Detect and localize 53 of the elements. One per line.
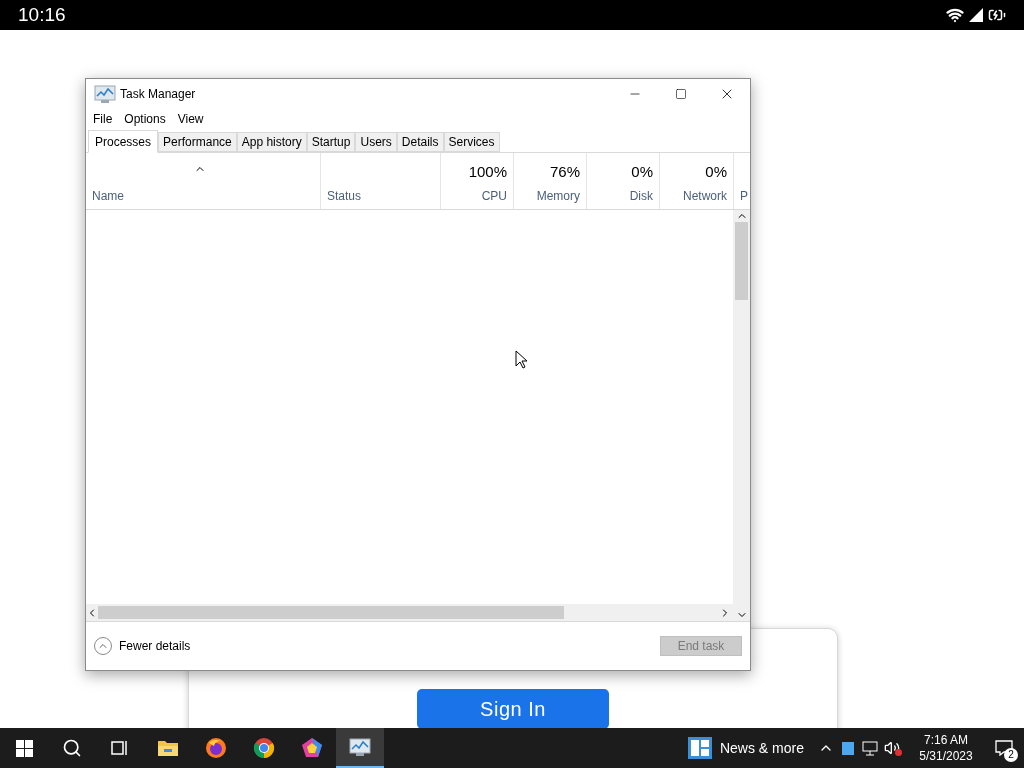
menu-item[interactable]: View <box>177 110 204 128</box>
scrollbar-thumb[interactable] <box>98 606 564 619</box>
maximize-icon <box>675 88 687 100</box>
task-view-icon <box>110 739 130 757</box>
tab[interactable]: Startup <box>306 132 356 152</box>
mouse-pointer-icon <box>515 350 527 369</box>
search-icon <box>62 738 82 758</box>
column-header[interactable]: CPU <box>481 187 507 205</box>
notification-count: 2 <box>1004 748 1018 762</box>
menu-item[interactable]: File <box>93 110 113 128</box>
globe-fox-icon <box>205 737 227 759</box>
window-title: Task Manager <box>120 86 196 103</box>
pentagon-icon <box>301 737 323 759</box>
tab[interactable]: Performance <box>158 132 237 152</box>
tab[interactable]: App history <box>236 132 307 152</box>
usage-value: 0% <box>631 161 653 182</box>
taskbar-date[interactable]: 5/31/2023 <box>919 748 973 764</box>
usage-value: 76% <box>549 161 580 182</box>
news-widget[interactable]: News & more <box>687 737 804 759</box>
menu-item[interactable]: Options <box>124 110 166 128</box>
chrome-icon <box>253 737 275 759</box>
widget-icon <box>687 737 712 759</box>
muted-speaker-icon[interactable] <box>884 740 902 756</box>
column-header[interactable]: Disk <box>629 187 653 205</box>
speech-bubble-icon <box>995 740 1013 756</box>
column-header[interactable]: P <box>740 187 748 205</box>
horizontal-scrollbar[interactable] <box>86 604 733 621</box>
vertical-scrollbar[interactable] <box>733 210 750 621</box>
usage-value: 0% <box>705 161 727 182</box>
wifi-icon <box>946 6 964 24</box>
tab[interactable]: Users <box>355 132 397 152</box>
fewer-details-toggle[interactable]: Fewer details <box>94 637 191 655</box>
monitor-chart-icon <box>94 84 116 104</box>
tab[interactable]: Services <box>443 132 500 152</box>
windows-logo-icon <box>15 739 33 757</box>
column-header[interactable]: Network <box>683 187 727 205</box>
column-header[interactable]: Memory <box>536 187 580 205</box>
monitor-chart-icon <box>349 737 371 757</box>
usage-value: 100% <box>468 161 507 182</box>
column-header[interactable]: Status <box>327 187 362 205</box>
sign-in-button[interactable]: Sign In <box>417 689 609 728</box>
taskbar-app[interactable] <box>336 728 384 768</box>
clock: 10:16 <box>18 2 66 27</box>
tab[interactable]: Details <box>396 132 444 152</box>
signal-icon <box>968 7 984 23</box>
network-icon[interactable] <box>862 740 878 756</box>
folder-icon <box>157 739 179 757</box>
tab[interactable]: Processes <box>88 130 159 153</box>
scrollbar-thumb[interactable] <box>735 222 748 300</box>
taskbar-time[interactable]: 7:16 AM <box>924 732 968 748</box>
notifications-button[interactable]: 2 <box>984 728 1024 768</box>
column-header[interactable]: Name <box>92 187 124 205</box>
tray-app-icon[interactable] <box>842 741 854 755</box>
